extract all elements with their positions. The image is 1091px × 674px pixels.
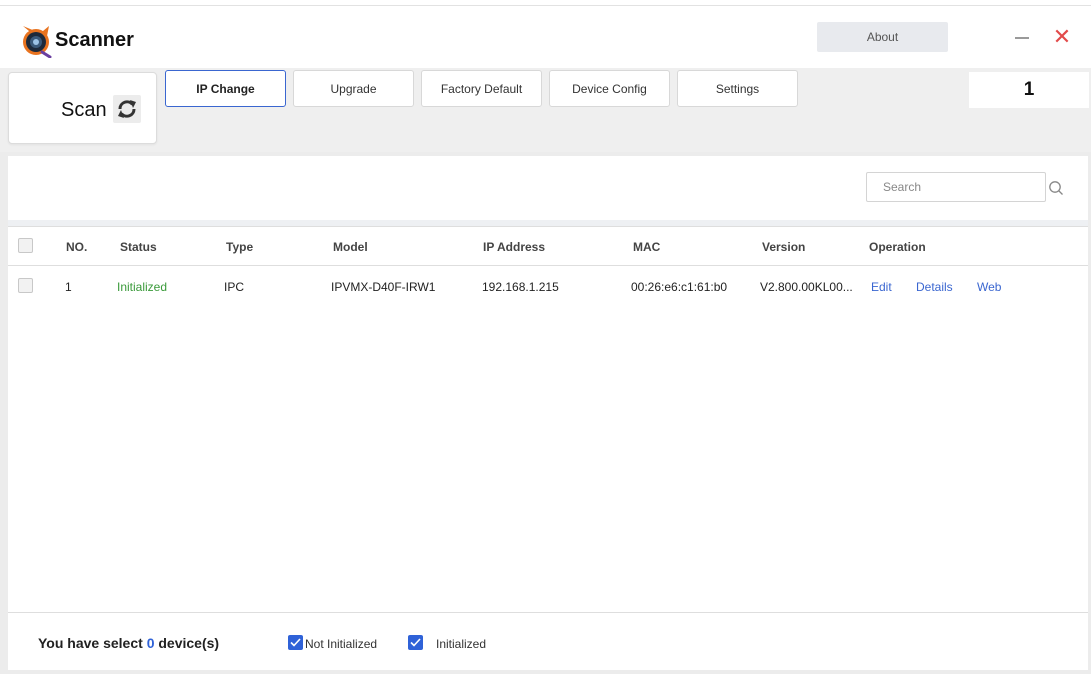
not-initialized-label: Not Initialized bbox=[305, 637, 378, 651]
column-header-no: NO. bbox=[66, 240, 88, 254]
checkmark-icon bbox=[410, 638, 421, 647]
selection-suffix: device(s) bbox=[158, 635, 220, 651]
toolbar bbox=[0, 68, 1091, 152]
refresh-icon bbox=[113, 95, 141, 123]
column-header-ip-address: IP Address bbox=[483, 240, 546, 254]
row-checkbox[interactable] bbox=[18, 278, 33, 293]
web-link[interactable]: Web bbox=[977, 280, 1001, 294]
app-logo-icon bbox=[23, 26, 52, 58]
initialized-label: Initialized bbox=[436, 637, 487, 651]
select-all-checkbox[interactable] bbox=[18, 238, 33, 253]
selection-summary: You have select 0 device(s) bbox=[38, 635, 219, 651]
table-row[interactable]: 1 Initialized IPC IPVMX-D40F-IRW1 192.16… bbox=[8, 267, 1088, 307]
selection-prefix: You have select bbox=[38, 635, 143, 651]
column-header-model: Model bbox=[333, 240, 368, 254]
column-header-mac: MAC bbox=[633, 240, 661, 254]
scan-button[interactable]: Scan bbox=[8, 72, 157, 144]
app-title: Scanner bbox=[55, 29, 134, 51]
row-model: IPVMX-D40F-IRW1 bbox=[331, 280, 436, 294]
factory-default-button[interactable]: Factory Default bbox=[421, 70, 542, 107]
device-config-button[interactable]: Device Config bbox=[549, 70, 670, 107]
scan-label: Scan bbox=[61, 99, 107, 121]
row-ip-address: 192.168.1.215 bbox=[482, 280, 559, 294]
table-header: NO. Status Type Model IP Address MAC Ver… bbox=[8, 226, 1088, 266]
minimize-button[interactable] bbox=[1012, 28, 1032, 48]
row-version: V2.800.00KL00... bbox=[760, 280, 853, 294]
not-initialized-checkbox[interactable] bbox=[288, 635, 303, 650]
scanner-window: Scanner About ✕ Scan IP Change Upgrade F… bbox=[0, 0, 1091, 674]
column-header-version: Version bbox=[762, 240, 806, 254]
ip-change-button[interactable]: IP Change bbox=[165, 70, 286, 107]
device-count: 1 bbox=[969, 72, 1089, 108]
search-icon[interactable] bbox=[1048, 180, 1064, 196]
column-header-status: Status bbox=[120, 240, 157, 254]
search-area bbox=[8, 156, 1088, 220]
details-link[interactable]: Details bbox=[916, 280, 953, 294]
row-status: Initialized bbox=[117, 280, 168, 294]
footer: You have select 0 device(s) Not Initiali… bbox=[8, 612, 1088, 670]
search-input[interactable] bbox=[866, 172, 1046, 202]
row-mac: 00:26:e6:c1:61:b0 bbox=[631, 280, 728, 294]
upgrade-button[interactable]: Upgrade bbox=[293, 70, 414, 107]
about-button[interactable]: About bbox=[817, 22, 948, 52]
initialized-checkbox[interactable] bbox=[408, 635, 423, 650]
selection-count: 0 bbox=[146, 635, 155, 651]
edit-link[interactable]: Edit bbox=[871, 280, 892, 294]
column-header-operation: Operation bbox=[869, 240, 926, 254]
row-type: IPC bbox=[224, 280, 245, 294]
checkmark-icon bbox=[290, 638, 301, 647]
column-header-type: Type bbox=[226, 240, 254, 254]
settings-button[interactable]: Settings bbox=[677, 70, 798, 107]
row-no: 1 bbox=[65, 280, 72, 294]
device-panel: NO. Status Type Model IP Address MAC Ver… bbox=[8, 156, 1088, 670]
close-button[interactable]: ✕ bbox=[1052, 27, 1072, 49]
